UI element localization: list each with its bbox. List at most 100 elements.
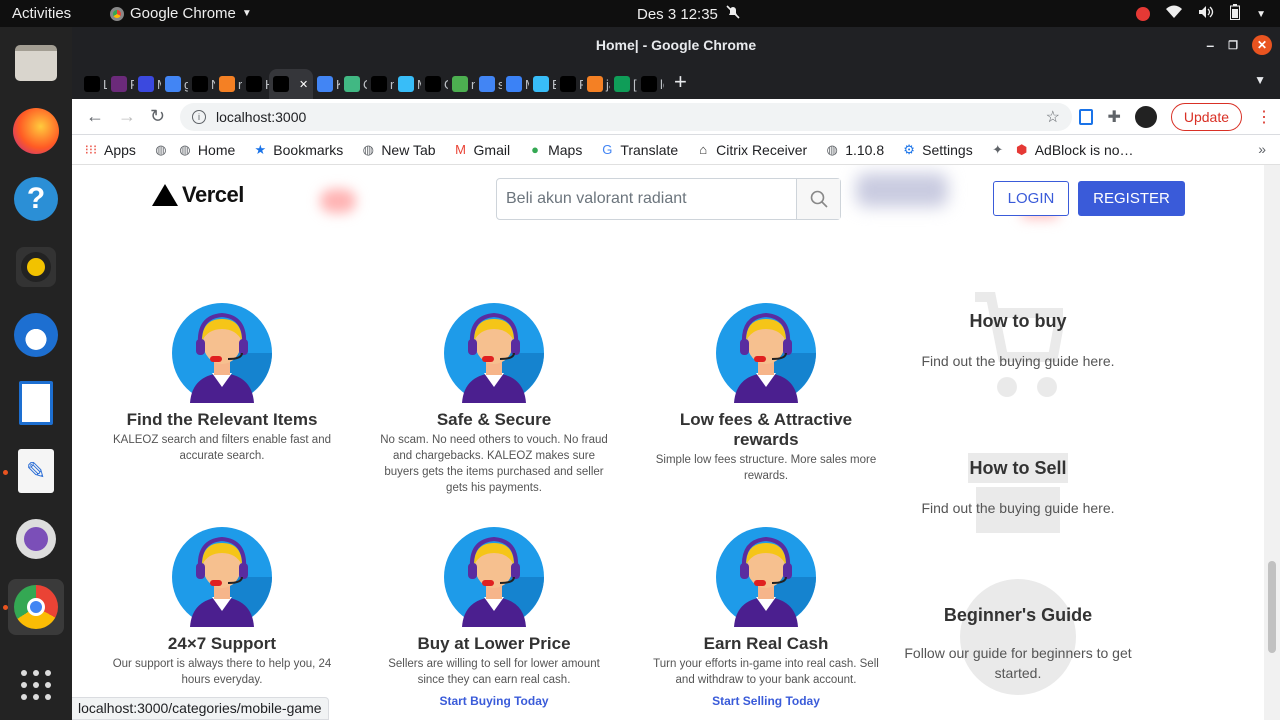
guide-title[interactable]: How to Sell — [902, 458, 1134, 479]
browser-tab[interactable]: M — [502, 69, 529, 99]
bookmark-item[interactable]: ✦ — [991, 142, 1005, 157]
thunderbird-icon[interactable] — [8, 307, 64, 363]
info-icon[interactable]: i — [192, 110, 206, 124]
browser-tab[interactable]: M — [134, 69, 161, 99]
browser-tab[interactable]: [S — [610, 69, 637, 99]
browser-tab[interactable]: gc — [161, 69, 188, 99]
browser-tab[interactable]: ja — [583, 69, 610, 99]
profile-avatar[interactable] — [1134, 106, 1157, 128]
browser-tab[interactable]: B — [529, 69, 556, 99]
bookmark-item[interactable]: ● Maps — [528, 142, 582, 158]
screenshot-icon[interactable] — [8, 511, 64, 567]
window-title: Home| - Google Chrome — [595, 37, 757, 53]
bookmark-label: Apps — [104, 141, 136, 158]
url-text[interactable]: localhost:3000 — [216, 109, 306, 125]
web-page: Vercel LOGIN REGISTER Find the Relevant … — [72, 165, 1264, 720]
tab-label: lo — [660, 76, 664, 92]
browser-toolbar: ← → ↻ i localhost:3000 ☆ ✚ Update ⋮ — [72, 99, 1280, 135]
search-input[interactable] — [497, 179, 796, 219]
register-button[interactable]: REGISTER — [1078, 181, 1185, 216]
libreoffice-writer-icon[interactable] — [8, 375, 64, 431]
text-editor-icon[interactable]: ✎ — [8, 443, 64, 499]
browser-tab[interactable]: m — [367, 69, 394, 99]
browser-tab[interactable]: ne — [448, 69, 475, 99]
show-apps-icon[interactable] — [8, 657, 64, 713]
user-indicator-icon — [1136, 7, 1151, 21]
bookmark-item[interactable]: M Gmail — [454, 142, 510, 158]
bookmark-item[interactable]: ◍ Home — [178, 142, 235, 158]
chrome-dock-icon[interactable] — [8, 579, 64, 635]
globe-icon: ◍ — [179, 141, 191, 157]
browser-tab[interactable]: ✕ — [269, 69, 313, 99]
bookmark-item[interactable]: G Translate — [600, 142, 678, 158]
activities-button[interactable]: Activities — [12, 5, 71, 22]
browser-tab[interactable]: N — [188, 69, 215, 99]
extensions-puzzle-icon[interactable]: ✚ — [1107, 107, 1120, 127]
bookmark-star-icon[interactable]: ☆ — [1046, 107, 1060, 127]
browser-tab[interactable]: M — [394, 69, 421, 99]
browser-tab[interactable]: O — [340, 69, 367, 99]
guide-description: Find out the buying guide here. — [921, 353, 1115, 369]
update-button[interactable]: Update — [1170, 103, 1242, 131]
bookmark-item[interactable]: ◍ — [154, 142, 168, 157]
notifications-muted-icon — [726, 5, 740, 23]
browser-tab[interactable]: H — [242, 69, 269, 99]
scrollbar-thumb[interactable] — [1268, 561, 1276, 653]
reading-list-icon[interactable] — [1079, 109, 1094, 125]
bookmark-item[interactable]: ★ Bookmarks — [253, 142, 343, 158]
reload-button[interactable]: ↻ — [150, 106, 165, 127]
clock[interactable]: Des 3 12:35 — [637, 5, 740, 23]
bookmark-item[interactable]: ⁝⁝⁝ Apps — [84, 142, 136, 158]
minimize-button[interactable]: – — [1206, 37, 1214, 53]
bookmark-item[interactable]: ◍ 1.10.8 — [825, 141, 885, 158]
chrome-menu-icon[interactable]: ⋮ — [1256, 107, 1272, 127]
system-tray[interactable]: ▼ — [1136, 4, 1266, 24]
browser-tab[interactable]: sv — [475, 69, 502, 99]
feature-cta-link[interactable]: Start Selling Today — [646, 694, 886, 708]
feature-cta-link[interactable]: Start Buying Today — [374, 694, 614, 708]
new-tab-button[interactable]: + — [674, 69, 687, 95]
rhythmbox-icon[interactable] — [8, 239, 64, 295]
browser-tab[interactable]: G — [421, 69, 448, 99]
bookmarks-overflow-icon[interactable]: » — [1258, 141, 1266, 157]
browser-tab[interactable]: La — [80, 69, 107, 99]
guide-title[interactable]: How to buy — [902, 311, 1134, 332]
bookmark-item[interactable]: ⬢ AdBlock is no… — [1015, 142, 1134, 158]
login-button[interactable]: LOGIN — [993, 181, 1069, 216]
site-logo[interactable]: Vercel — [152, 182, 244, 208]
browser-tab[interactable]: K — [313, 69, 340, 99]
close-button[interactable]: ✕ — [1252, 35, 1272, 55]
bookmark-item[interactable]: ◍ New Tab — [361, 141, 436, 158]
tab-search-icon[interactable]: ▼ — [1254, 73, 1266, 87]
guide-card[interactable]: How to Sell Find out the buying guide her… — [902, 453, 1134, 533]
maps-icon: ● — [531, 142, 540, 157]
browser-tab[interactable]: Re — [107, 69, 134, 99]
trello-icon — [560, 76, 576, 92]
bookmark-label: 1.10.8 — [845, 141, 885, 158]
feature-card: Buy at Lower Price Sellers are willing to… — [374, 527, 614, 708]
feature-description: KALEOZ search and filters enable fast an… — [113, 434, 331, 462]
firefox-icon[interactable] — [8, 103, 64, 159]
files-icon[interactable] — [8, 35, 64, 91]
bookmark-label: New Tab — [381, 141, 436, 158]
page-scrollbar[interactable] — [1264, 165, 1280, 720]
app-menu[interactable]: Google Chrome ▼ — [110, 5, 252, 22]
guide-card[interactable]: Beginner's Guide Follow our guide for beg… — [902, 579, 1134, 695]
search-button[interactable] — [796, 179, 840, 219]
support-agent-illustration — [444, 303, 544, 403]
browser-tab[interactable]: Pr — [556, 69, 583, 99]
back-button[interactable]: ← — [86, 106, 104, 127]
guide-card[interactable]: How to buy Find out the buying guide here… — [902, 292, 1134, 397]
feature-description: Simple low fees structure. More sales mo… — [655, 454, 877, 482]
k-icon — [317, 76, 333, 92]
maximize-button[interactable]: ❐ — [1228, 39, 1238, 52]
bookmark-item[interactable]: ⌂ Citrix Receiver — [696, 142, 807, 158]
browser-tab[interactable]: re — [215, 69, 242, 99]
guide-title[interactable]: Beginner's Guide — [902, 605, 1134, 626]
browser-tab[interactable]: lo — [637, 69, 664, 99]
close-tab-icon[interactable]: ✕ — [299, 78, 308, 91]
forward-button[interactable]: → — [118, 106, 136, 127]
help-icon[interactable]: ? — [8, 171, 64, 227]
bookmark-item[interactable]: ⚙ Settings — [902, 142, 972, 158]
address-bar[interactable]: i localhost:3000 ☆ — [180, 103, 1072, 131]
